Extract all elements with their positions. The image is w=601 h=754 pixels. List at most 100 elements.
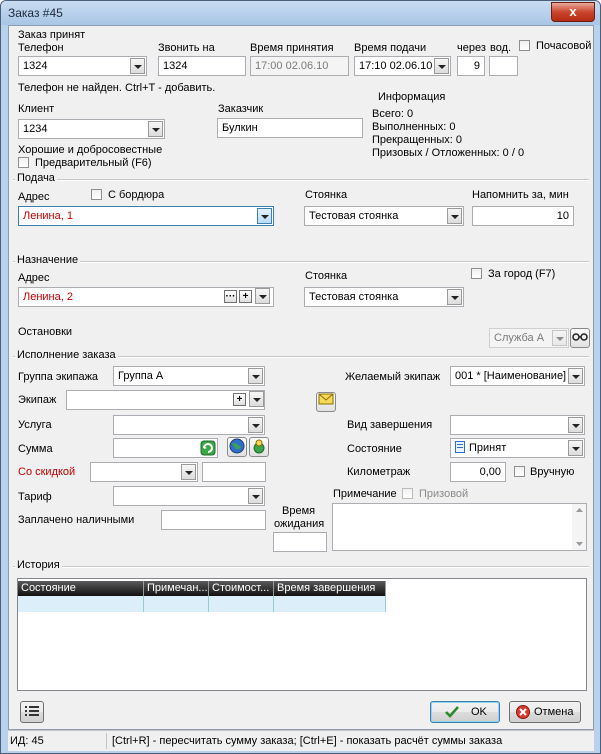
completion-type-dropdown-icon[interactable] — [568, 417, 583, 433]
accept-time-input: 17:00 02.06.10 — [250, 56, 349, 76]
history-col-cost[interactable]: Стоимост... — [209, 581, 274, 596]
check-icon — [445, 706, 459, 718]
submit-time-label: Время подачи — [354, 42, 427, 54]
pickup-address-combo[interactable]: Ленина, 1 — [18, 206, 274, 226]
order-window: Заказ #45 x Заказ принят Телефон 1324 Зв… — [0, 0, 601, 754]
wait-time-label: Время — [282, 505, 316, 517]
destination-parking-combo[interactable]: Тестовая стоянка — [304, 287, 464, 307]
destination-parking-value: Тестовая стоянка — [309, 291, 399, 303]
pickup-parking-label: Стоянка — [305, 189, 348, 201]
pickup-address-label: Адрес — [18, 191, 50, 203]
out-of-city-checkbox[interactable] — [471, 268, 482, 279]
cancel-button[interactable]: Отмена — [509, 701, 581, 723]
scroll-down-icon[interactable] — [576, 542, 583, 546]
submit-time-dropdown-icon[interactable] — [434, 58, 449, 74]
destination-parking-dropdown-icon[interactable] — [447, 289, 462, 305]
completion-type-label: Вид завершения — [347, 419, 433, 431]
prize-checkbox — [402, 488, 413, 499]
discount-dropdown-icon[interactable] — [181, 464, 196, 480]
recalc-button[interactable] — [200, 440, 216, 456]
section-order-accepted: Заказ принят — [18, 29, 86, 41]
discount-combo[interactable] — [90, 462, 198, 482]
pickup-parking-combo[interactable]: Тестовая стоянка — [304, 206, 464, 226]
completion-type-combo[interactable] — [450, 415, 585, 435]
phone-hint: Телефон не найден. Ctrl+T - добавить. — [18, 82, 216, 94]
crew-group-combo[interactable]: Группа А — [113, 366, 265, 386]
submit-time-combo[interactable]: 17:10 02.06.10 — [354, 56, 451, 76]
status-bar: ИД: 45 [Ctrl+R] - пересчитать сумму зака… — [8, 730, 594, 751]
list-button[interactable] — [20, 701, 44, 723]
service-type-combo[interactable] — [113, 415, 265, 435]
preliminary-checkbox[interactable] — [18, 157, 29, 168]
envelope-icon — [318, 393, 334, 405]
state-combo[interactable]: Принят — [450, 438, 585, 458]
client-dropdown-icon[interactable] — [148, 121, 163, 137]
remind-input[interactable]: 10 — [472, 206, 574, 226]
scroll-up-icon[interactable] — [576, 508, 583, 512]
ok-button[interactable]: OK — [430, 701, 500, 723]
info-prize: Призовых / Отложенных: 0 / 0 — [372, 147, 525, 159]
submit-time-value: 17:10 02.06.10 — [359, 60, 433, 72]
tariff-combo[interactable] — [113, 486, 265, 506]
discount-amount-input[interactable] — [202, 462, 266, 482]
phone-dropdown-icon[interactable] — [130, 58, 145, 74]
list-icon — [25, 706, 39, 716]
crew-group-value: Группа А — [118, 370, 164, 382]
desired-crew-combo[interactable]: 001 * [Наименование] — [450, 366, 585, 386]
customer-input[interactable]: Булкин — [217, 118, 363, 138]
crew-add-button[interactable]: + — [233, 393, 246, 406]
state-dropdown-icon[interactable] — [568, 440, 583, 456]
globe-button[interactable] — [227, 437, 247, 457]
pickup-address-dropdown-icon[interactable] — [257, 208, 272, 224]
driver-input[interactable] — [489, 56, 518, 76]
wait-time-input[interactable] — [273, 532, 327, 552]
section-execution-title: Исполнение заказа — [15, 349, 118, 361]
note-scrollbar[interactable] — [572, 504, 586, 550]
table-row[interactable] — [18, 596, 386, 612]
client-combo[interactable]: 1234 — [18, 119, 165, 139]
destination-add-button[interactable]: + — [239, 290, 252, 303]
through-input[interactable]: 9 — [457, 56, 485, 76]
section-execution: Исполнение заказа — [13, 349, 589, 361]
close-button[interactable]: x — [551, 2, 595, 22]
mileage-input[interactable]: 0,00 — [450, 462, 506, 482]
destination-dropdown[interactable] — [254, 288, 270, 305]
history-grid[interactable]: Состояние Примечан... Стоимост... Время … — [17, 578, 587, 691]
call-input[interactable]: 1324 — [158, 56, 246, 76]
hourly-checkbox[interactable] — [519, 40, 530, 51]
from-board-checkbox[interactable] — [91, 189, 102, 200]
crew-group-dropdown-icon[interactable] — [248, 368, 263, 384]
history-col-note[interactable]: Примечан... — [144, 581, 209, 596]
sum-label: Сумма — [18, 443, 53, 455]
phone-combo[interactable]: 1324 — [18, 56, 147, 76]
destination-more-button[interactable]: ··· — [224, 290, 237, 303]
map-pin-icon — [253, 439, 265, 454]
manual-checkbox[interactable] — [514, 466, 525, 477]
tariff-label: Тариф — [18, 491, 52, 503]
through-label: через — [457, 42, 486, 54]
crew-dropdown-icon[interactable] — [249, 391, 264, 407]
message-button[interactable] — [316, 392, 336, 412]
history-col-end-time[interactable]: Время завершения — [274, 581, 386, 596]
status-hint: [Ctrl+R] - пересчитать сумму заказа; [Ct… — [112, 735, 503, 747]
glasses-button[interactable] — [570, 328, 590, 348]
service-value: Служба А — [494, 332, 545, 344]
destination-dropdown-icon[interactable] — [255, 288, 270, 304]
history-col-state[interactable]: Состояние — [18, 581, 144, 596]
status-separator — [106, 733, 107, 749]
manual-label: Вручную — [530, 466, 575, 478]
map-pin-button[interactable] — [249, 437, 269, 457]
destination-address-value: Ленина, 2 — [23, 291, 73, 303]
tariff-dropdown-icon[interactable] — [248, 488, 263, 504]
paid-cash-input[interactable] — [161, 510, 266, 530]
service-type-dropdown-icon[interactable] — [248, 417, 263, 433]
crew-dropdown[interactable] — [248, 391, 264, 408]
info-title: Информация — [378, 91, 446, 103]
note-textarea[interactable] — [332, 503, 587, 551]
history-header: Состояние Примечан... Стоимост... Время … — [18, 581, 386, 596]
desired-crew-dropdown-icon[interactable] — [568, 368, 583, 384]
section-history: История — [13, 559, 589, 571]
pickup-parking-dropdown-icon[interactable] — [447, 208, 462, 224]
title-bar[interactable]: Заказ #45 x — [1, 1, 600, 25]
window-title: Заказ #45 — [8, 6, 63, 20]
